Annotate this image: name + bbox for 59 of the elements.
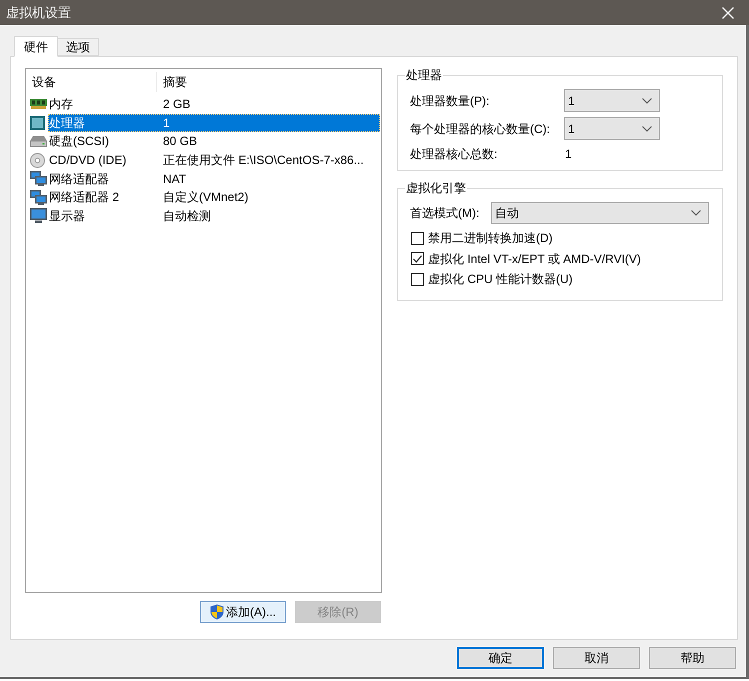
tab[interactable]: 选项: [58, 38, 99, 56]
table-cell-text: 处理器: [48, 116, 86, 130]
table-row[interactable]: 网络适配器 NAT: [48, 169, 380, 188]
shield-icon: [210, 604, 224, 620]
field-label: 处理器核心总数:: [410, 147, 498, 161]
column-header[interactable]: 设备: [26, 72, 157, 92]
table-cell-text: 显示器: [48, 208, 86, 223]
tab[interactable]: 硬件: [14, 36, 58, 57]
chevron-down-icon: [642, 126, 652, 132]
field-label: 处理器数量(P):: [410, 94, 490, 108]
table-row[interactable]: 网络适配器 2 自定义(VMnet2): [48, 188, 380, 207]
table-cell-text: 1: [163, 116, 171, 130]
dropdown[interactable]: 1: [564, 117, 660, 140]
table-cell-text: 自动检测: [163, 208, 212, 223]
column-header[interactable]: 摘要: [157, 72, 381, 92]
network-icon: [30, 190, 47, 205]
dropdown[interactable]: 自动: [491, 202, 709, 224]
table-cell-text: 正在使用文件 E:\ISO\CentOS-7-x86...: [163, 153, 365, 168]
table-cell-text: 网络适配器 2: [48, 190, 120, 204]
table-cell-text: 网络适配器: [48, 172, 110, 186]
memory-stick-icon: [30, 99, 47, 110]
checkbox[interactable]: [411, 232, 424, 245]
option-label: 虚拟化 CPU 性能计数器(U): [428, 272, 573, 286]
action-button[interactable]: 添加(A)...: [200, 601, 286, 623]
hard-drive-icon: [30, 136, 47, 147]
table-cell-text: NAT: [163, 172, 188, 186]
checkbox[interactable]: [411, 252, 424, 266]
group-title: 处理器: [405, 68, 443, 82]
table-cell-text: 内存: [48, 97, 74, 112]
chevron-down-icon: [642, 98, 652, 104]
table-cell-text: CD/DVD (IDE): [48, 153, 128, 168]
chevron-down-icon: [691, 210, 701, 216]
dialog-button[interactable]: 帮助: [649, 647, 736, 669]
dialog-button[interactable]: 取消: [553, 647, 640, 669]
checkbox[interactable]: [411, 272, 424, 286]
check-icon: [413, 254, 422, 263]
readout-value: 1: [564, 147, 573, 161]
table-row[interactable]: 处理器 1: [48, 114, 380, 132]
close-icon[interactable]: [722, 6, 734, 18]
table-row[interactable]: 硬盘(SCSI) 80 GB: [48, 132, 380, 151]
monitor-icon: [30, 208, 47, 224]
dialog-button[interactable]: 确定: [457, 647, 544, 669]
table-cell-text: 自定义(VMnet2): [163, 190, 250, 204]
table-row[interactable]: 内存 2 GB: [48, 95, 380, 114]
window-title: 虚拟机设置: [6, 4, 71, 20]
dropdown[interactable]: 1: [564, 89, 660, 112]
option-label: 禁用二进制转换加速(D): [428, 231, 553, 246]
table-row[interactable]: CD/DVD (IDE) 正在使用文件 E:\ISO\CentOS-7-x86...: [48, 150, 380, 170]
field-label: 每个处理器的核心数量(C):: [410, 122, 551, 136]
disc-icon: [30, 152, 45, 168]
field-label: 首选模式(M):: [410, 206, 480, 220]
table-row[interactable]: 显示器 自动检测: [48, 206, 380, 226]
table-cell-text: 80 GB: [163, 134, 198, 148]
table-cell-text: 硬盘(SCSI): [48, 134, 110, 148]
option-label: 虚拟化 Intel VT-x/EPT 或 AMD-V/RVI(V): [428, 252, 641, 266]
chip-icon: [30, 116, 45, 130]
network-icon: [30, 171, 47, 186]
table-cell-text: 2 GB: [163, 97, 192, 112]
group-title: 虚拟化引擎: [405, 181, 467, 195]
